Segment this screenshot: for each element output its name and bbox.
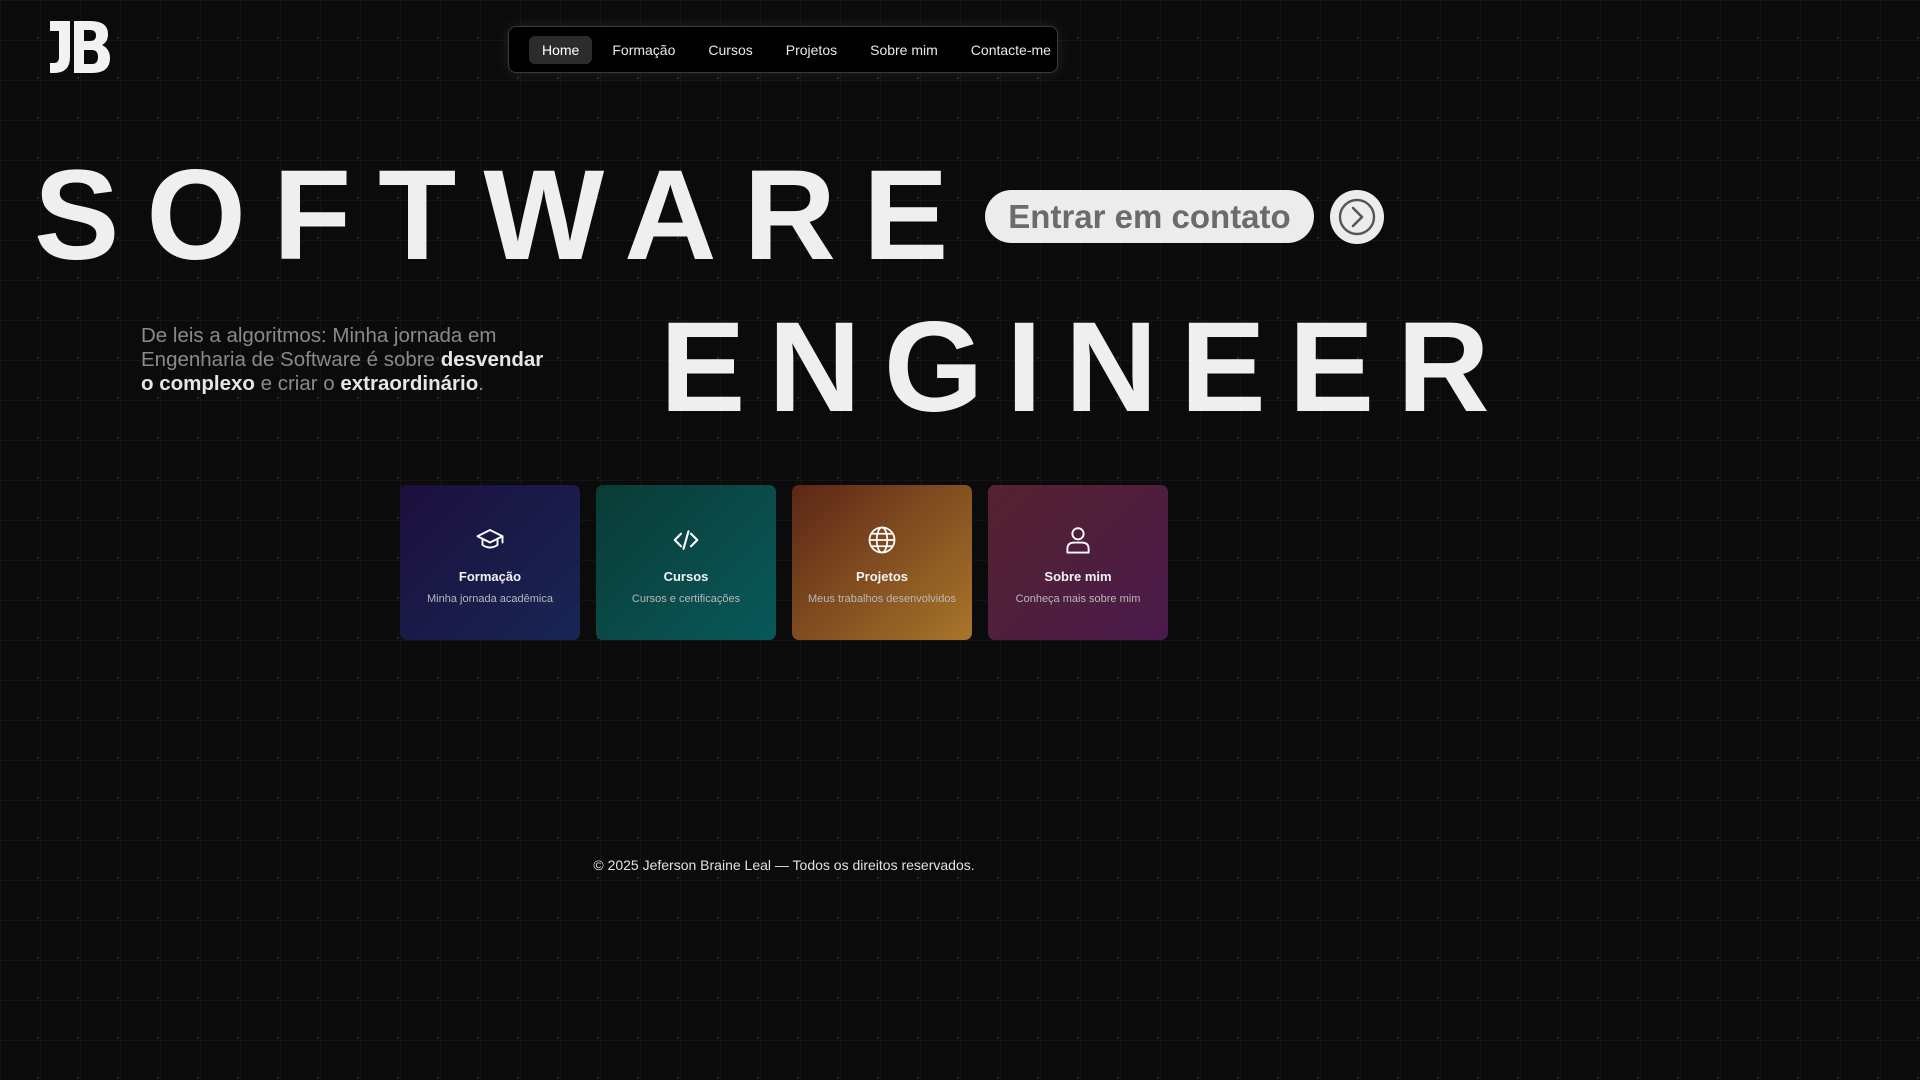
- jb-logo[interactable]: [48, 18, 112, 76]
- nav-cursos[interactable]: Cursos: [695, 36, 765, 64]
- chevron-right-circle-icon: [1338, 198, 1376, 236]
- tagline-highlight-2: extraordinário: [340, 372, 479, 395]
- contact-arrow-button[interactable]: [1330, 190, 1384, 244]
- nav-home[interactable]: Home: [529, 35, 593, 64]
- card-subtitle: Conheça mais sobre mim: [1015, 593, 1141, 605]
- card-formacao[interactable]: Formação Minha jornada acadêmica: [400, 485, 580, 640]
- hero-title-engineer: ENGINEER: [660, 296, 1513, 439]
- hero-tagline: De leis a algoritmos: Minha jornada em E…: [141, 324, 561, 396]
- jb-logo-mark: [50, 21, 110, 73]
- contact-cta-button[interactable]: Entrar em contato: [985, 190, 1314, 243]
- tagline-text-3: .: [478, 372, 484, 395]
- footer-copyright: © 2025 Jeferson Braine Leal — Todos os d…: [593, 857, 975, 873]
- card-title: Formação: [458, 569, 522, 584]
- section-cards: Formação Minha jornada acadêmica Cursos …: [400, 485, 1168, 640]
- globe-icon: [868, 526, 896, 554]
- hero-title-software: SOFTWARE: [34, 144, 976, 287]
- code-icon: [673, 530, 699, 550]
- nav-sobre-mim[interactable]: Sobre mim: [857, 36, 951, 64]
- card-subtitle: Meus trabalhos desenvolvidos: [808, 593, 956, 605]
- nav-projetos[interactable]: Projetos: [773, 36, 850, 64]
- card-sobre-mim[interactable]: Sobre mim Conheça mais sobre mim: [988, 485, 1168, 640]
- card-title: Projetos: [855, 569, 908, 584]
- card-projetos[interactable]: Projetos Meus trabalhos desenvolvidos: [792, 485, 972, 640]
- card-title: Sobre mim: [1044, 569, 1112, 584]
- nav-contacte-me[interactable]: Contacte-me: [958, 36, 1064, 64]
- card-cursos[interactable]: Cursos Cursos e certificações: [596, 485, 776, 640]
- nav-formacao[interactable]: Formação: [599, 36, 688, 64]
- graduation-cap-icon: [476, 529, 504, 549]
- card-subtitle: Cursos e certificações: [631, 593, 741, 605]
- tagline-text-2: e criar o: [254, 372, 341, 395]
- user-icon: [1066, 527, 1090, 554]
- card-subtitle: Minha jornada acadêmica: [427, 593, 553, 605]
- card-title: Cursos: [663, 569, 709, 584]
- top-nav: Home Formação Cursos Projetos Sobre mim …: [508, 26, 1058, 73]
